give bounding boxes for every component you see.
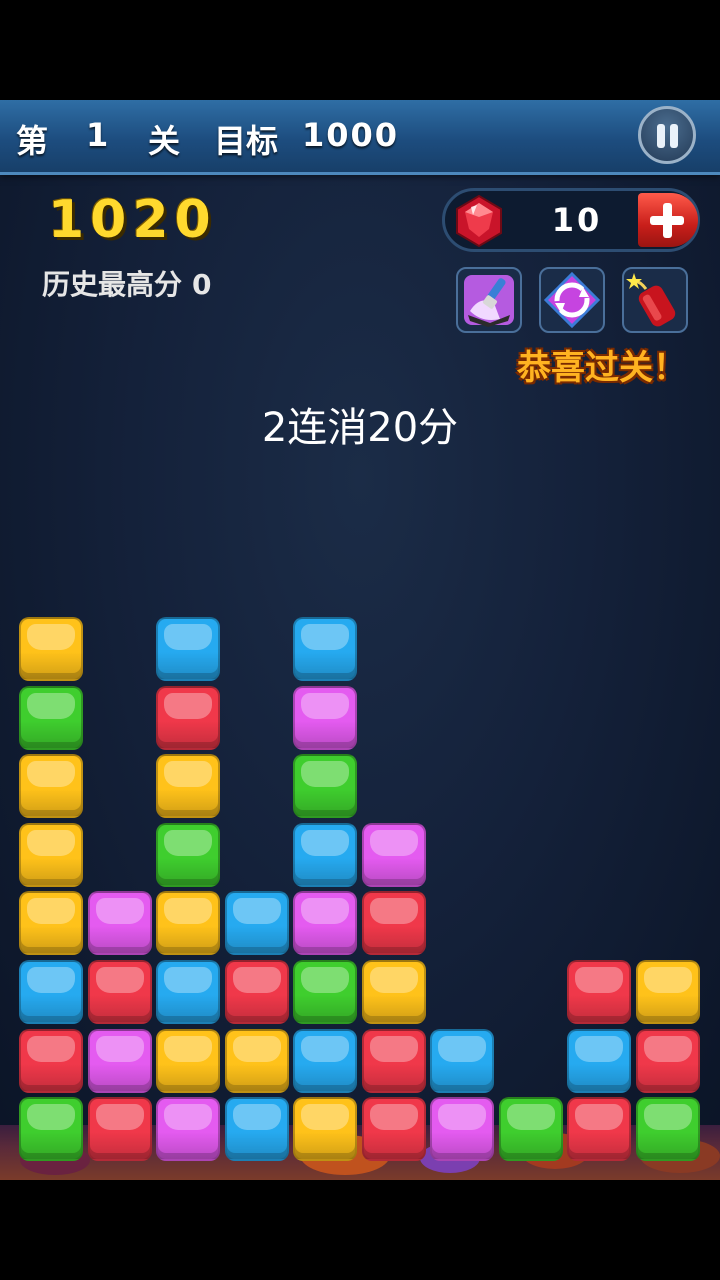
block-red[interactable]: [362, 891, 426, 955]
block-red[interactable]: [567, 960, 631, 1024]
block-blue[interactable]: [156, 960, 220, 1024]
game-board: [0, 100, 720, 1180]
block-red[interactable]: [88, 960, 152, 1024]
block-red[interactable]: [636, 1029, 700, 1093]
block-pink[interactable]: [156, 1097, 220, 1161]
block-red[interactable]: [362, 1029, 426, 1093]
block-blue[interactable]: [430, 1029, 494, 1093]
block-yellow[interactable]: [156, 754, 220, 818]
block-yellow[interactable]: [19, 891, 83, 955]
block-yellow[interactable]: [19, 754, 83, 818]
block-yellow[interactable]: [225, 1029, 289, 1093]
block-blue[interactable]: [567, 1029, 631, 1093]
block-red[interactable]: [362, 1097, 426, 1161]
block-blue[interactable]: [293, 823, 357, 887]
block-green[interactable]: [293, 754, 357, 818]
block-green[interactable]: [293, 960, 357, 1024]
block-green[interactable]: [19, 1097, 83, 1161]
block-green[interactable]: [499, 1097, 563, 1161]
block-green[interactable]: [636, 1097, 700, 1161]
block-red[interactable]: [156, 686, 220, 750]
block-pink[interactable]: [430, 1097, 494, 1161]
block-pink[interactable]: [88, 891, 152, 955]
block-green[interactable]: [156, 823, 220, 887]
block-pink[interactable]: [293, 686, 357, 750]
block-blue[interactable]: [293, 617, 357, 681]
block-red[interactable]: [88, 1097, 152, 1161]
block-yellow[interactable]: [636, 960, 700, 1024]
block-blue[interactable]: [225, 891, 289, 955]
block-yellow[interactable]: [19, 823, 83, 887]
block-red[interactable]: [19, 1029, 83, 1093]
block-red[interactable]: [225, 960, 289, 1024]
block-yellow[interactable]: [293, 1097, 357, 1161]
block-blue[interactable]: [225, 1097, 289, 1161]
block-pink[interactable]: [88, 1029, 152, 1093]
block-pink[interactable]: [293, 891, 357, 955]
block-yellow[interactable]: [156, 891, 220, 955]
block-blue[interactable]: [19, 960, 83, 1024]
block-red[interactable]: [567, 1097, 631, 1161]
block-pink[interactable]: [362, 823, 426, 887]
block-yellow[interactable]: [156, 1029, 220, 1093]
block-blue[interactable]: [293, 1029, 357, 1093]
block-yellow[interactable]: [362, 960, 426, 1024]
block-green[interactable]: [19, 686, 83, 750]
block-yellow[interactable]: [19, 617, 83, 681]
block-blue[interactable]: [156, 617, 220, 681]
game-stage: 第 1 关 目标 1000 1020 历史最高分 0 10 恭喜过关！ 2连消2…: [0, 100, 720, 1180]
